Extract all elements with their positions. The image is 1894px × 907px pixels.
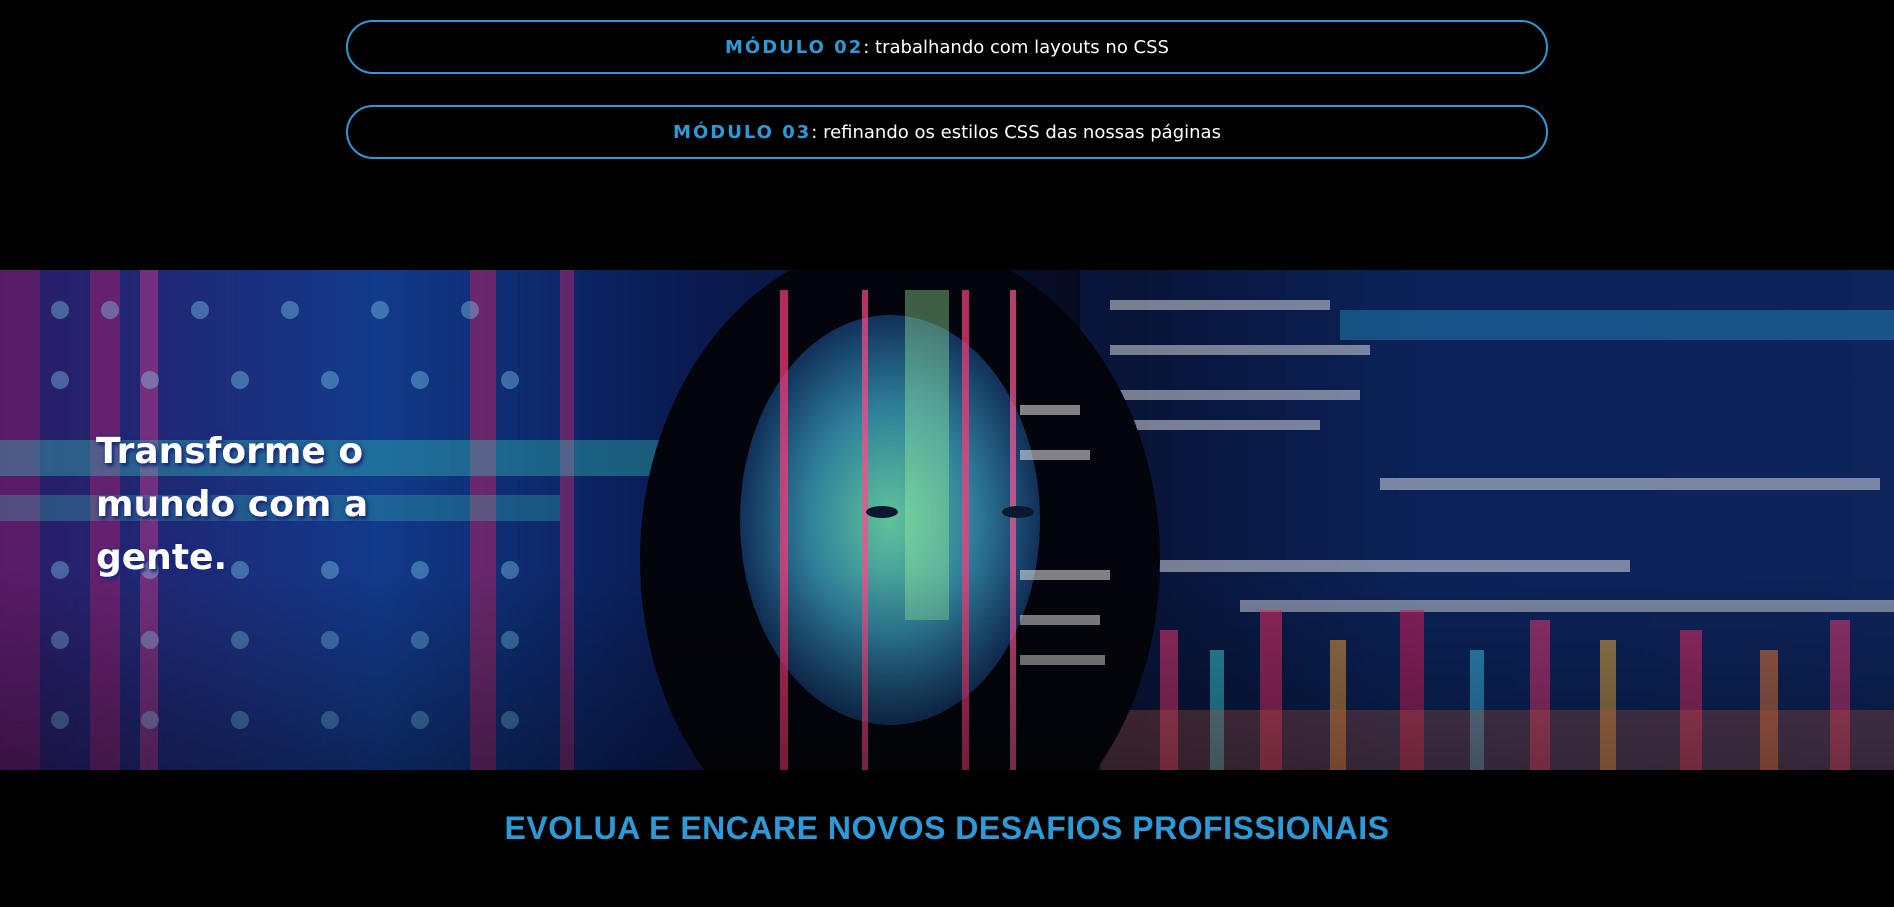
hero-banner: Transforme o mundo com a gente. [0,270,1894,770]
module-02-key: MÓDULO 02 [725,36,864,58]
hero-title: Transforme o mundo com a gente. [96,431,369,578]
module-03-key: MÓDULO 03 [673,121,812,143]
module-02-item[interactable]: MÓDULO 02: trabalhando com layouts no CS… [346,20,1548,74]
module-03-separator: : [811,121,818,143]
module-03-description: refinando os estilos CSS das nossas pági… [823,121,1221,143]
section-heading: EVOLUA E ENCARE NOVOS DESAFIOS PROFISSIO… [504,810,1390,846]
module-02-description: trabalhando com layouts no CSS [875,36,1169,58]
module-02-separator: : [863,36,870,58]
module-03-item[interactable]: MÓDULO 03: refinando os estilos CSS das … [346,105,1548,159]
